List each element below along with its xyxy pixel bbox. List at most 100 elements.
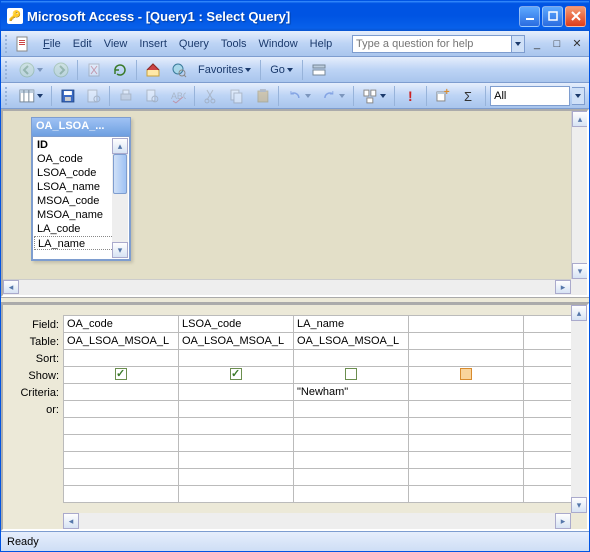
show-checkbox[interactable] — [230, 368, 242, 380]
print-preview-icon[interactable] — [140, 85, 164, 107]
criteria-cell[interactable] — [64, 384, 179, 401]
criteria-cell[interactable]: "Newham" — [294, 384, 409, 401]
show-checkbox[interactable] — [460, 368, 472, 380]
refresh-icon[interactable] — [108, 59, 132, 81]
sort-cell[interactable] — [294, 350, 409, 367]
show-cell[interactable] — [294, 367, 409, 384]
menu-file[interactable]: File — [37, 36, 67, 52]
help-search-input[interactable] — [352, 35, 512, 53]
or-cell[interactable] — [64, 452, 179, 469]
close-button[interactable] — [565, 6, 586, 27]
pane-hscrollbar[interactable]: ◂ ▸ — [3, 279, 571, 295]
qbe-grid[interactable]: OA_code LSOA_code LA_name OA_LSOA_MSOA_L… — [63, 315, 571, 513]
scroll-thumb[interactable] — [113, 154, 127, 194]
menu-help[interactable]: Help — [304, 36, 339, 52]
table-window[interactable]: OA_LSOA_... ID OA_code LSOA_code LSOA_na… — [31, 117, 131, 261]
field-cell[interactable]: OA_code — [64, 316, 179, 333]
scroll-left-button[interactable]: ◂ — [63, 513, 79, 529]
top-values-dropdown[interactable] — [572, 87, 585, 105]
doc-maximize-button[interactable]: □ — [549, 37, 565, 51]
field-cell[interactable] — [409, 316, 524, 333]
run-button[interactable]: ! — [399, 85, 423, 107]
or-cell[interactable] — [64, 469, 179, 486]
table-cell[interactable]: OA_LSOA_MSOA_L — [294, 333, 409, 350]
favorites-button[interactable]: Favorites — [193, 59, 256, 81]
table-cell[interactable] — [524, 333, 572, 350]
print-button[interactable] — [114, 85, 138, 107]
copy-icon[interactable] — [225, 85, 249, 107]
doc-restore-button[interactable]: _ — [529, 37, 545, 51]
cut-icon[interactable] — [199, 85, 223, 107]
maximize-button[interactable] — [542, 6, 563, 27]
back-button[interactable] — [15, 59, 47, 81]
field-cell[interactable]: LA_name — [294, 316, 409, 333]
table-window-title[interactable]: OA_LSOA_... — [32, 118, 130, 136]
paste-icon[interactable] — [251, 85, 275, 107]
view-button[interactable] — [15, 85, 47, 107]
spellcheck-icon[interactable]: ABC — [166, 85, 190, 107]
doc-close-button[interactable]: ✕ — [569, 37, 585, 51]
scroll-right-button[interactable]: ▸ — [555, 513, 571, 529]
toolbar-grip[interactable] — [5, 35, 11, 53]
table-cell[interactable]: OA_LSOA_MSOA_L — [179, 333, 294, 350]
file-search-icon[interactable] — [82, 85, 106, 107]
sort-cell[interactable] — [524, 350, 572, 367]
show-cell[interactable] — [179, 367, 294, 384]
table-pane[interactable]: OA_LSOA_... ID OA_code LSOA_code LSOA_na… — [1, 109, 589, 297]
criteria-cell[interactable] — [179, 384, 294, 401]
scroll-right-button[interactable]: ▸ — [555, 280, 571, 294]
field-cell[interactable]: LSOA_code — [179, 316, 294, 333]
sort-cell[interactable] — [409, 350, 524, 367]
toolbar-grip[interactable] — [5, 87, 11, 105]
or-cell[interactable] — [64, 486, 179, 503]
save-button[interactable] — [56, 85, 80, 107]
show-toolbar-icon[interactable] — [307, 59, 331, 81]
totals-button[interactable]: Σ — [457, 85, 481, 107]
show-table-button[interactable]: + — [431, 85, 455, 107]
search-web-icon[interactable] — [167, 59, 191, 81]
stop-icon[interactable] — [82, 59, 106, 81]
show-cell[interactable] — [64, 367, 179, 384]
forward-button[interactable] — [49, 59, 73, 81]
scroll-left-button[interactable]: ◂ — [3, 280, 19, 294]
or-cell[interactable] — [64, 435, 179, 452]
menu-query[interactable]: Query — [173, 36, 215, 52]
scroll-up-button[interactable]: ▴ — [112, 138, 128, 154]
scroll-down-button[interactable]: ▾ — [571, 497, 587, 513]
sort-cell[interactable] — [179, 350, 294, 367]
home-icon[interactable] — [141, 59, 165, 81]
go-button[interactable]: Go — [265, 59, 298, 81]
show-checkbox[interactable] — [345, 368, 357, 380]
menu-edit[interactable]: Edit — [67, 36, 98, 52]
show-cell[interactable] — [524, 367, 572, 384]
scroll-down-button[interactable]: ▾ — [112, 242, 128, 258]
toolbar-grip[interactable] — [5, 61, 11, 79]
menu-view[interactable]: View — [98, 36, 134, 52]
scroll-up-button[interactable]: ▴ — [572, 111, 588, 127]
scroll-down-button[interactable]: ▾ — [572, 263, 588, 279]
qbe-hscrollbar[interactable]: ◂ ▸ — [63, 513, 571, 529]
menu-insert[interactable]: Insert — [133, 36, 173, 52]
query-type-button[interactable] — [358, 85, 390, 107]
sort-cell[interactable] — [64, 350, 179, 367]
qbe-vscrollbar[interactable]: ▴ ▾ — [571, 305, 587, 513]
redo-button[interactable] — [317, 85, 349, 107]
top-values-combo[interactable]: All — [490, 86, 570, 106]
pane-vscrollbar[interactable]: ▴ ▾ — [571, 111, 587, 279]
criteria-cell[interactable] — [524, 384, 572, 401]
minimize-button[interactable] — [519, 6, 540, 27]
field-list-scrollbar[interactable]: ▴ ▾ — [112, 138, 128, 258]
show-cell[interactable] — [409, 367, 524, 384]
table-cell[interactable]: OA_LSOA_MSOA_L — [64, 333, 179, 350]
menu-window[interactable]: Window — [253, 36, 304, 52]
field-cell[interactable] — [524, 316, 572, 333]
or-cell[interactable] — [64, 418, 179, 435]
menu-tools[interactable]: Tools — [215, 36, 253, 52]
table-cell[interactable] — [409, 333, 524, 350]
undo-button[interactable] — [283, 85, 315, 107]
criteria-cell[interactable] — [409, 384, 524, 401]
scroll-up-button[interactable]: ▴ — [571, 305, 587, 321]
or-cell[interactable] — [64, 401, 179, 418]
show-checkbox[interactable] — [115, 368, 127, 380]
help-search-dropdown[interactable] — [512, 35, 525, 53]
